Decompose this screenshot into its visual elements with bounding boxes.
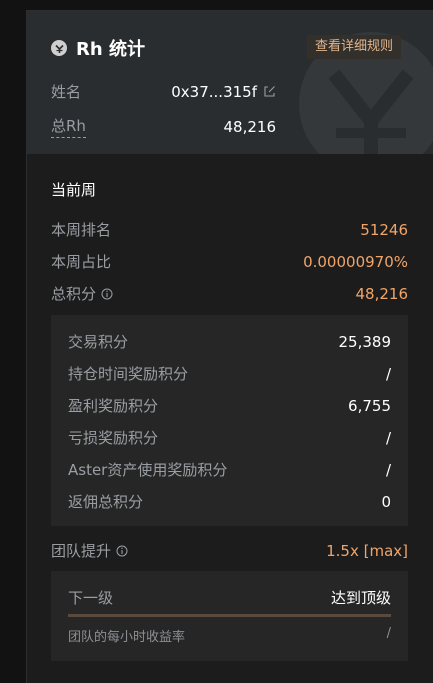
next-level-value: 达到顶级 <box>330 589 391 607</box>
team-boost-label: 团队提升 <box>51 542 112 560</box>
view-rules-button[interactable]: 查看详细规则 <box>307 35 402 59</box>
info-icon[interactable] <box>116 545 128 557</box>
hourly-yield-row: 团队的每小时收益率 / <box>68 626 391 645</box>
breakdown-row: 亏损奖励积分 / <box>68 427 391 448</box>
trading-points-label: 交易积分 <box>68 333 129 351</box>
aster-logo-icon <box>51 40 67 56</box>
weekly-share-value: 0.00000970% <box>303 252 408 271</box>
stats-header: Rh 统计 查看详细规则 姓名 0x37...315f 总Rh 48,216 <box>27 11 433 154</box>
team-boost-value: 1.5x [max] <box>326 541 408 560</box>
weekly-share-row: 本周占比 0.00000970% <box>51 251 408 272</box>
weekly-rank-value: 51246 <box>360 220 408 239</box>
current-week-title: 当前周 <box>51 181 97 199</box>
total-points-label: 总积分 <box>51 285 97 303</box>
wallet-address: 0x37...315f <box>171 82 257 101</box>
title-row: Rh 统计 <box>51 35 145 61</box>
name-value-group: 0x37...315f <box>171 83 276 101</box>
team-boost-label-group: 团队提升 <box>51 540 128 561</box>
total-rh-label[interactable]: 总Rh <box>51 115 86 138</box>
loss-points-value: / <box>385 428 391 447</box>
breakdown-row: 持仓时间奖励积分 / <box>68 363 391 384</box>
breakdown-row: 交易积分 25,389 <box>68 331 391 352</box>
next-level-label: 下一级 <box>68 589 114 607</box>
breakdown-row: 返佣总积分 0 <box>68 491 391 512</box>
total-points-value: 48,216 <box>355 284 409 303</box>
profit-points-label: 盈利奖励积分 <box>68 397 159 415</box>
rebate-points-value: 0 <box>381 492 391 511</box>
breakdown-row: 盈利奖励积分 6,755 <box>68 395 391 416</box>
asset-usage-points-label: Aster资产使用奖励积分 <box>68 461 228 479</box>
hourly-yield-value: / <box>386 626 391 641</box>
breakdown-row: Aster资产使用奖励积分 / <box>68 459 391 480</box>
total-points-label-group: 总积分 <box>51 283 113 304</box>
name-row: 姓名 0x37...315f <box>51 81 276 102</box>
holding-time-points-label: 持仓时间奖励积分 <box>68 365 189 383</box>
team-level-box: 下一级 达到顶级 团队的每小时收益率 / <box>51 571 408 661</box>
profit-points-value: 6,755 <box>348 396 391 415</box>
trading-points-value: 25,389 <box>338 332 392 351</box>
next-level-row: 下一级 达到顶级 <box>68 587 391 608</box>
name-label: 姓名 <box>51 83 82 101</box>
asset-usage-points-value: / <box>385 460 391 479</box>
weekly-share-label: 本周占比 <box>51 253 112 271</box>
rebate-points-label: 返佣总积分 <box>68 493 144 511</box>
edit-icon[interactable] <box>263 85 276 98</box>
level-progress-bar <box>68 614 391 617</box>
weekly-rank-row: 本周排名 51246 <box>51 219 408 240</box>
team-boost-row: 团队提升 1.5x [max] <box>51 540 408 561</box>
weekly-rank-label: 本周排名 <box>51 221 112 239</box>
rh-stats-panel: Rh 统计 查看详细规则 姓名 0x37...315f 总Rh 48,216 当… <box>26 10 433 683</box>
points-breakdown-box: 交易积分 25,389 持仓时间奖励积分 / 盈利奖励积分 6,755 亏损奖励… <box>51 315 408 526</box>
holding-time-points-value: / <box>385 364 391 383</box>
loss-points-label: 亏损奖励积分 <box>68 429 159 447</box>
total-points-row: 总积分 48,216 <box>51 283 408 304</box>
total-rh-value: 48,216 <box>223 117 277 136</box>
total-rh-row: 总Rh 48,216 <box>51 115 276 138</box>
info-icon[interactable] <box>101 288 113 300</box>
page-title: Rh 统计 <box>76 39 145 60</box>
hourly-yield-label: 团队的每小时收益率 <box>68 630 186 645</box>
level-progress-fill <box>68 614 391 617</box>
